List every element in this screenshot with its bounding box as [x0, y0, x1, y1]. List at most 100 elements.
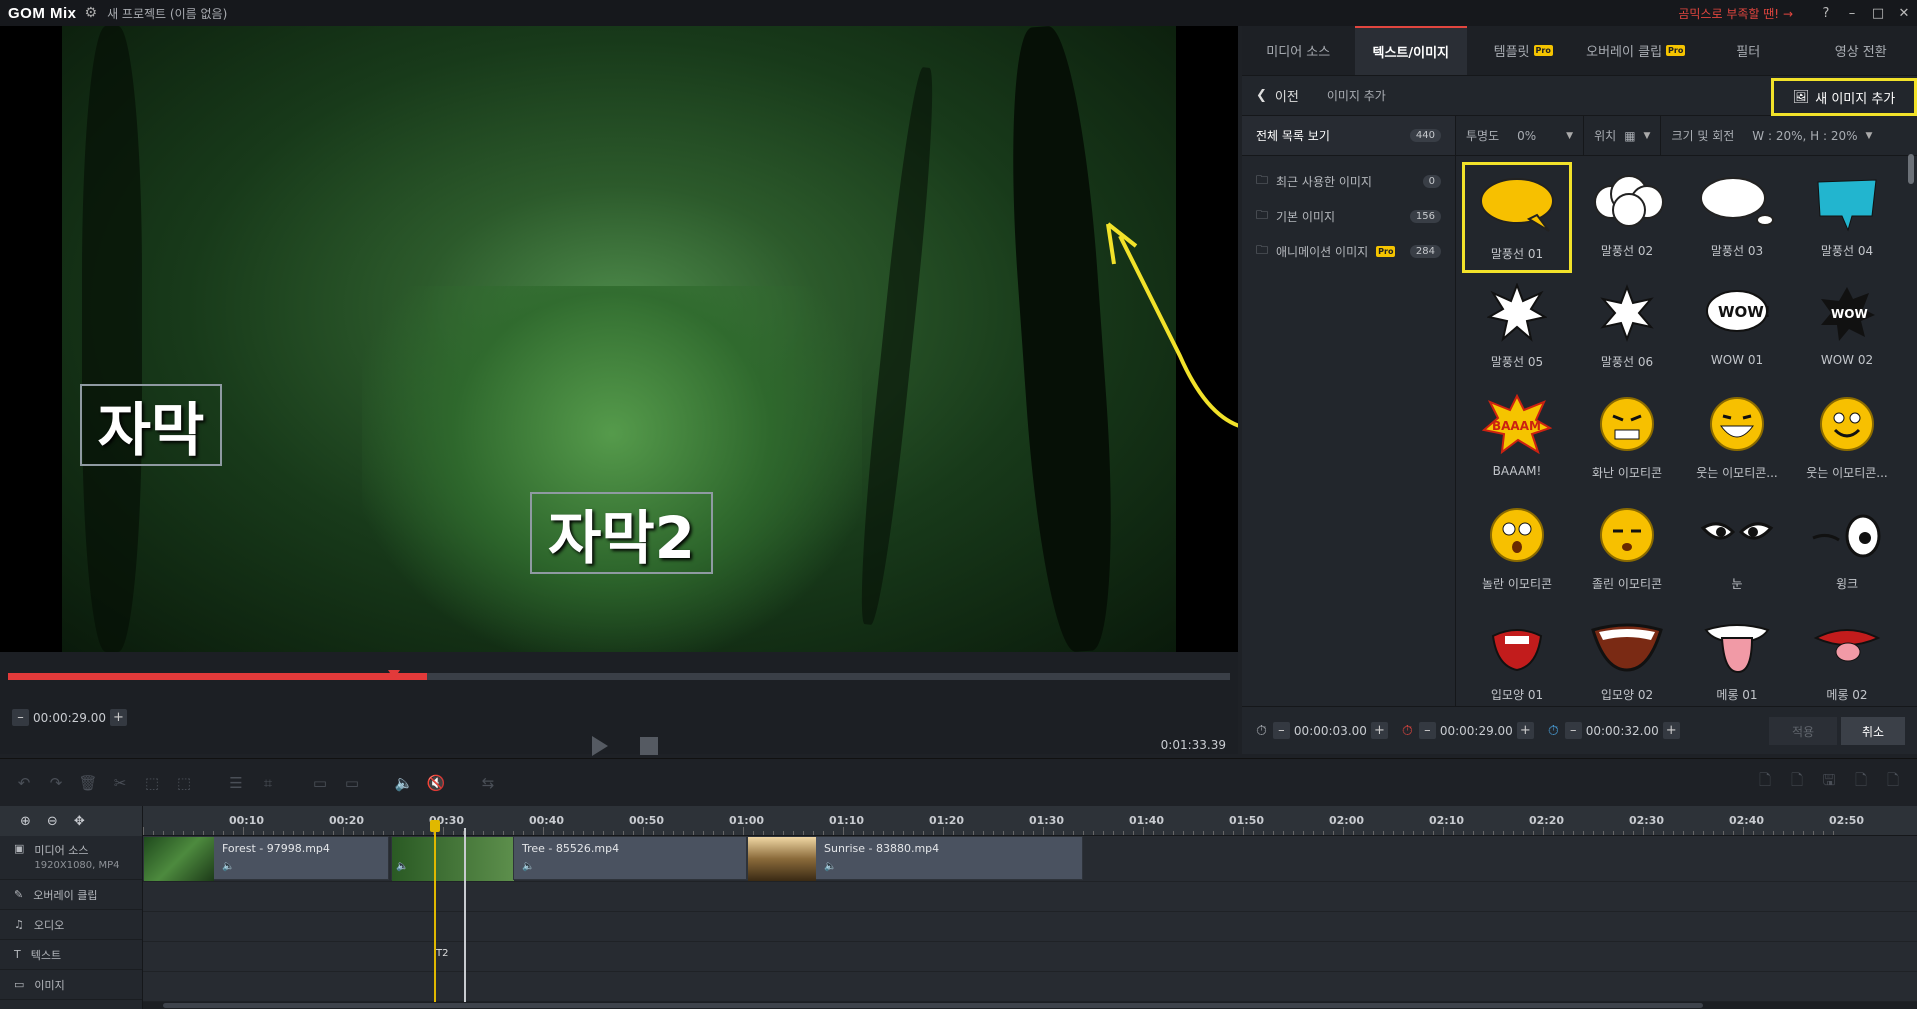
image-item[interactable]: WOW WOW 02	[1792, 273, 1902, 384]
image-item[interactable]: 졸린 이모티콘	[1572, 495, 1682, 606]
image-item[interactable]: 화난 이모티콘	[1572, 384, 1682, 495]
tab-filter[interactable]: 필터	[1692, 26, 1805, 75]
image-icon[interactable]: ▭	[304, 774, 336, 792]
playhead[interactable]	[434, 828, 436, 1009]
back-button[interactable]: ❮ 이전	[1256, 86, 1299, 105]
text-track[interactable]	[143, 942, 1917, 972]
timeline-scrollbar[interactable]	[143, 1002, 1917, 1009]
play-icon[interactable]	[592, 736, 608, 756]
current-time[interactable]: 00:00:29.00	[33, 711, 106, 725]
promo-link[interactable]: 곰믹스로 부족할 땐! →	[1678, 5, 1793, 22]
cancel-button[interactable]: 취소	[1841, 717, 1905, 745]
image-item[interactable]: 웃는 이모티콘...	[1682, 384, 1792, 495]
plus-icon[interactable]: +	[1516, 722, 1534, 739]
subtitle-1[interactable]: 자막	[80, 384, 222, 466]
volume-icon[interactable]: 🔈	[388, 774, 420, 792]
zoom-in-icon[interactable]: ⊕	[20, 814, 31, 829]
media-clip[interactable]: Sunrise - 83880.mp4 🔈	[747, 836, 1083, 881]
start-time[interactable]: 00:00:03.00	[1294, 724, 1367, 738]
tab-transition[interactable]: 영상 전환	[1805, 26, 1917, 75]
size-rotation-control[interactable]: 크기 및 회전 W : 20%, H : 20% ▼	[1661, 116, 1882, 155]
export-icon[interactable]: 🗋	[1877, 770, 1909, 795]
new-image-button[interactable]: 🖼 새 이미지 추가	[1771, 78, 1917, 116]
category-recent[interactable]: 🗀 최근 사용한 이미지 0	[1242, 164, 1455, 199]
category-basic[interactable]: 🗀 기본 이미지 156	[1242, 199, 1455, 234]
minus-icon[interactable]: –	[1418, 722, 1436, 739]
image-item[interactable]: 말풍선 05	[1462, 273, 1572, 384]
subtitle-2[interactable]: 자막2	[530, 492, 713, 574]
category-animation[interactable]: 🗀 애니메이션 이미지 Pro 284	[1242, 234, 1455, 269]
image-item[interactable]: 웃는 이모티콘...	[1792, 384, 1902, 495]
overlay-track[interactable]	[143, 882, 1917, 912]
redo-icon[interactable]: ↷	[40, 774, 72, 792]
save-icon[interactable]: 🖫	[1813, 770, 1845, 795]
deselect-icon[interactable]: ⬚	[168, 774, 200, 792]
apply-button[interactable]: 적용	[1769, 717, 1837, 745]
grid-scrollbar[interactable]	[1908, 154, 1914, 184]
crop-icon[interactable]: ⌗	[252, 774, 284, 792]
fit-icon[interactable]: ✥	[74, 814, 85, 829]
image-item[interactable]: 윙크	[1792, 495, 1902, 606]
minus-icon[interactable]: –	[1272, 722, 1290, 739]
help-button[interactable]: ?	[1813, 6, 1839, 21]
tab-template[interactable]: 템플릿 Pro	[1467, 26, 1580, 75]
image-track[interactable]	[143, 972, 1917, 1002]
plus-icon[interactable]: +	[1370, 722, 1388, 739]
image-item[interactable]: WOW! WOW 01	[1682, 273, 1792, 384]
text-clip[interactable]: T2	[436, 948, 448, 959]
image-item[interactable]: 말풍선 04	[1792, 162, 1902, 273]
image-item[interactable]: 눈	[1682, 495, 1792, 606]
image-item[interactable]: 메롱 02	[1792, 606, 1902, 706]
stop-icon[interactable]	[640, 737, 658, 755]
image-item[interactable]: 놀란 이모티콘	[1462, 495, 1572, 606]
mute-icon[interactable]: 🔇	[420, 774, 452, 792]
duration-time[interactable]: 00:00:32.00	[1586, 724, 1659, 738]
category-all[interactable]: 전체 목록 보기 440	[1242, 116, 1455, 156]
image-item[interactable]: 입모양 01	[1462, 606, 1572, 706]
media-track[interactable]: Forest - 97998.mp4 🔈 🔈 Tree - 85526.mp4 …	[143, 836, 1917, 882]
end-time[interactable]: 00:00:29.00	[1440, 724, 1513, 738]
position-control[interactable]: 위치 ▦ ▼	[1584, 116, 1662, 155]
zoom-out-icon[interactable]: ⊖	[47, 814, 58, 829]
image-item[interactable]: BAAAM BAAAM!	[1462, 384, 1572, 495]
adjust-icon[interactable]: ☰	[220, 774, 252, 792]
plus-icon[interactable]: +	[109, 709, 127, 726]
delete-icon[interactable]: 🗑	[72, 774, 104, 792]
playhead-handle[interactable]	[430, 820, 440, 832]
tab-text-image[interactable]: 텍스트/이미지	[1354, 26, 1467, 75]
video-preview[interactable]: 자막 자막2	[0, 26, 1238, 652]
secondary-marker[interactable]	[464, 828, 466, 1009]
media-clip[interactable]: Forest - 97998.mp4 🔈	[143, 836, 389, 881]
cut-icon[interactable]: ✂	[104, 774, 136, 792]
minimize-button[interactable]: –	[1839, 6, 1865, 21]
edit-file-icon[interactable]: 🗋	[1845, 770, 1877, 795]
image-item[interactable]: 말풍선 03	[1682, 162, 1792, 273]
tab-media-source[interactable]: 미디어 소스	[1242, 26, 1355, 75]
gear-icon[interactable]: ⚙	[85, 5, 98, 21]
open-file-icon[interactable]: 🗋	[1749, 770, 1781, 795]
ruler-tick	[963, 831, 964, 835]
seek-bar[interactable]	[8, 670, 1230, 680]
minus-icon[interactable]: –	[12, 709, 29, 726]
media-clip[interactable]: Tree - 85526.mp4 🔈	[513, 836, 747, 880]
audio-track[interactable]	[143, 912, 1917, 942]
tab-overlay-clip[interactable]: 오버레이 클립 Pro	[1580, 26, 1693, 75]
recent-file-icon[interactable]: 🗋	[1781, 770, 1813, 795]
opacity-control[interactable]: 투명도 0% ▼	[1456, 116, 1585, 155]
image-item[interactable]: 말풍선 02	[1572, 162, 1682, 273]
minus-icon[interactable]: –	[1564, 722, 1582, 739]
maximize-button[interactable]: □	[1865, 6, 1891, 21]
seek-handle[interactable]	[388, 670, 400, 679]
image-item[interactable]: 말풍선 01	[1462, 162, 1572, 273]
split-icon[interactable]: ⇆	[472, 774, 504, 792]
image-item[interactable]: 메롱 01	[1682, 606, 1792, 706]
media-clip[interactable]: 🔈	[391, 836, 514, 881]
close-button[interactable]: ✕	[1891, 6, 1917, 21]
image-item[interactable]: 말풍선 06	[1572, 273, 1682, 384]
undo-icon[interactable]: ↶	[8, 774, 40, 792]
image-item[interactable]: 입모양 02	[1572, 606, 1682, 706]
time-ruler[interactable]: 00:10 00:20 00:30 00:40 00:50 01:00 01:10 01:20…	[143, 806, 1917, 836]
select-icon[interactable]: ⬚	[136, 774, 168, 792]
video-icon[interactable]: ▭	[336, 774, 368, 792]
plus-icon[interactable]: +	[1662, 722, 1680, 739]
